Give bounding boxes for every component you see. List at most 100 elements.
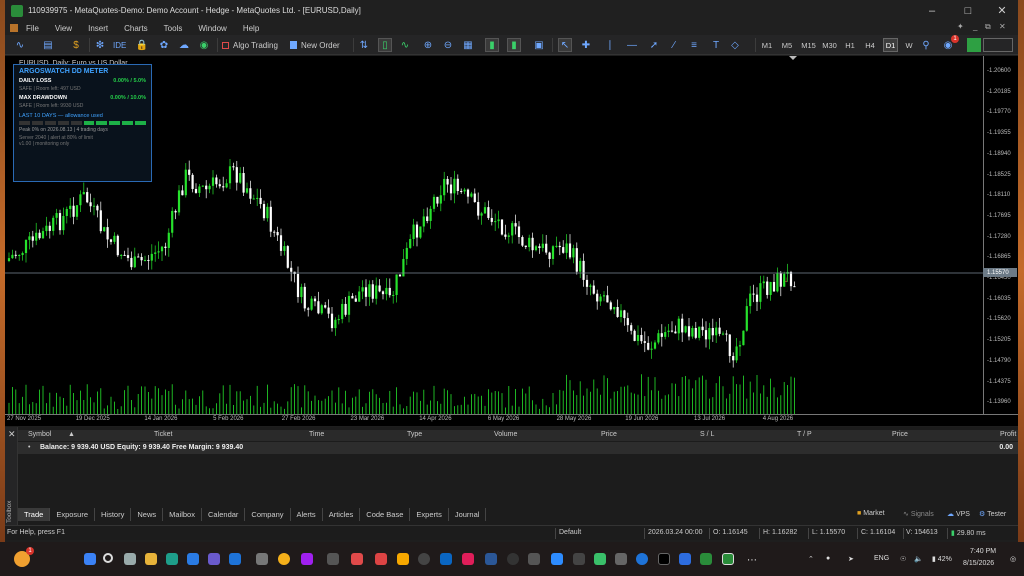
close-button[interactable]: ✕ [987, 0, 1017, 21]
mdi-close-button[interactable]: ✕ [999, 22, 1006, 31]
search-icon[interactable]: ⚲ [919, 38, 933, 52]
task-view-icon[interactable] [124, 553, 136, 565]
edge-icon[interactable] [166, 553, 178, 565]
notifications-icon[interactable]: ◉ 1 [941, 35, 959, 52]
new-order-button[interactable]: New Order [290, 38, 340, 52]
app-icon-5[interactable] [327, 553, 339, 565]
timeframe-m15[interactable]: M15 [800, 38, 817, 52]
ide-button[interactable]: IDE [113, 38, 126, 52]
channel-icon[interactable]: ∕ [667, 38, 681, 52]
start-icon[interactable] [84, 553, 96, 565]
fibonacci-icon[interactable]: ≡ [687, 38, 701, 52]
shapes-icon[interactable]: ◇ [728, 38, 742, 52]
algo-trading-button[interactable]: Algo Trading [222, 38, 278, 52]
app-icon-16[interactable] [636, 553, 648, 565]
mdi-settings-icon[interactable]: ✦ [957, 22, 964, 31]
signals-button[interactable]: ∿ Signals [903, 510, 934, 518]
status-profile[interactable]: Default [559, 529, 581, 536]
col-type[interactable]: Type [407, 431, 422, 438]
file-explorer-icon[interactable] [145, 553, 157, 565]
tab-alerts[interactable]: Alerts [291, 508, 323, 521]
bar-chart-icon[interactable]: ▯ [378, 38, 392, 52]
linkedin-icon[interactable] [440, 553, 452, 565]
toolbox-close-icon[interactable]: ✕ [8, 429, 16, 440]
volume-icon[interactable]: 🔈 [914, 555, 923, 563]
app-icon-6[interactable] [351, 553, 363, 565]
app-icon-14[interactable] [594, 553, 606, 565]
minimize-button[interactable]: – [917, 0, 947, 21]
gmail-icon[interactable] [375, 553, 387, 565]
timeframe-h4[interactable]: H4 [863, 38, 877, 52]
candlestick-icon[interactable]: ∿ [398, 38, 412, 52]
chart-shift-icon[interactable]: ▮ [507, 38, 521, 52]
menu-tools[interactable]: Tools [164, 24, 183, 33]
tab-news[interactable]: News [131, 508, 164, 521]
lock-icon[interactable]: 🔒 [135, 38, 149, 52]
col-ticket[interactable]: Ticket [154, 431, 172, 438]
navigator-icon[interactable]: ❇ [93, 38, 107, 52]
cloud-icon[interactable]: ☁ [177, 38, 191, 52]
vps-button[interactable]: ☁ VPS [947, 510, 970, 518]
tab-history[interactable]: History [95, 508, 132, 521]
battery-icon[interactable]: ▮ 42% [932, 555, 952, 563]
clock-time[interactable]: 7:40 PM [970, 548, 996, 555]
app-icon-10[interactable] [507, 553, 519, 565]
crosshair-icon[interactable]: ✚ [579, 38, 593, 52]
tab-mailbox[interactable]: Mailbox [163, 508, 202, 521]
col-tp[interactable]: T / P [797, 431, 812, 438]
terminal-icon[interactable] [658, 553, 670, 565]
timeframe-d1[interactable]: D1 [883, 38, 898, 52]
wifi-icon[interactable]: ☉ [900, 555, 906, 563]
tab-code-base[interactable]: Code Base [360, 508, 411, 521]
menu-file[interactable]: File [26, 24, 39, 33]
app-icon-15[interactable] [615, 553, 627, 565]
language-indicator[interactable]: ENG [874, 555, 889, 562]
market-button[interactable]: ■ Market [857, 510, 885, 517]
tab-experts[interactable]: Experts [410, 508, 449, 521]
app-icon-7[interactable] [397, 553, 409, 565]
trendline-icon[interactable]: ➚ [647, 38, 661, 52]
timeframe-m1[interactable]: M1 [760, 38, 774, 52]
col-profit[interactable]: Profit [1000, 431, 1016, 438]
vps-icon[interactable]: ◉ [197, 38, 211, 52]
grid-icon[interactable]: ▦ [461, 38, 475, 52]
clock-date[interactable]: 8/15/2026 [963, 560, 994, 567]
mdi-restore-button[interactable]: ⧉ [985, 22, 991, 32]
balance-row[interactable]: • Balance: 9 939.40 USD Equity: 9 939.40… [18, 442, 1018, 454]
app-icon-18[interactable] [700, 553, 712, 565]
app-icon-4[interactable] [301, 553, 313, 565]
tab-articles[interactable]: Articles [323, 508, 361, 521]
depth-of-market-icon[interactable]: ⇅ [357, 38, 371, 52]
timeframe-h1[interactable]: H1 [843, 38, 857, 52]
col-sl[interactable]: S / L [700, 431, 714, 438]
vertical-line-icon[interactable]: ∣ [603, 38, 617, 52]
menu-help[interactable]: Help [243, 24, 259, 33]
mdi-minimize-button[interactable]: _ [973, 22, 977, 31]
tray-app-icon[interactable]: ● [826, 555, 830, 562]
app-icon-3[interactable] [256, 553, 268, 565]
col-symbol[interactable]: Symbol [28, 431, 51, 438]
tab-trade[interactable]: Trade [18, 508, 51, 521]
signals-icon[interactable]: ✿ [157, 38, 171, 52]
menu-insert[interactable]: Insert [88, 24, 108, 33]
tray-send-icon[interactable]: ➤ [848, 555, 854, 563]
menu-view[interactable]: View [55, 24, 72, 33]
more-apps-icon[interactable]: ⋯ [747, 555, 757, 566]
maximize-button[interactable]: □ [953, 0, 983, 21]
tab-journal[interactable]: Journal [449, 508, 487, 521]
app-icon-9[interactable] [485, 553, 497, 565]
col-price[interactable]: Price [601, 431, 617, 438]
notification-center-icon[interactable]: ◎ [1010, 555, 1016, 563]
tester-button[interactable]: ⚙ Tester [979, 510, 1006, 518]
app-icon-8[interactable] [418, 553, 430, 565]
zoom-in-icon[interactable]: ⊕ [421, 38, 435, 52]
metatrader-taskbar-icon[interactable] [722, 553, 734, 565]
price-axis[interactable]: -1.20600 -1.20185 -1.19770 -1.19355 -1.18940… [983, 56, 1018, 467]
col-volume[interactable]: Volume [494, 431, 517, 438]
tray-chevron-icon[interactable]: ⌃ [808, 555, 814, 563]
store-icon[interactable] [187, 553, 199, 565]
timeframe-w[interactable]: W [903, 38, 915, 52]
chart-shift-marker-icon[interactable] [789, 56, 797, 60]
menu-window[interactable]: Window [198, 24, 226, 33]
screenshot-icon[interactable]: ▣ [532, 38, 546, 52]
